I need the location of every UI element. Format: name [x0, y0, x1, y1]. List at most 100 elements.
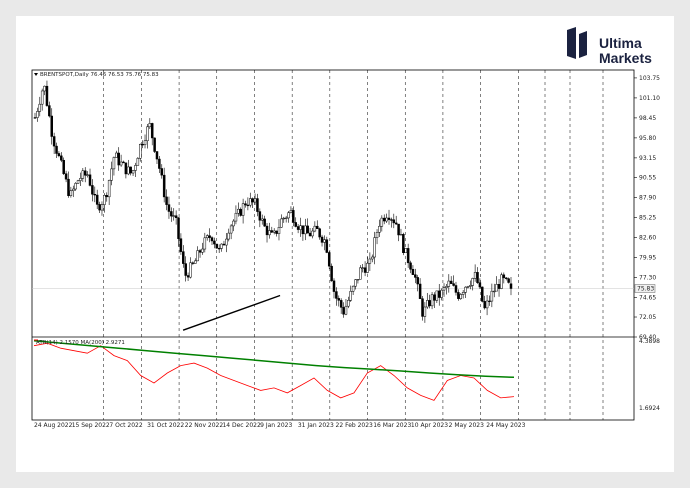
candle-body — [215, 243, 219, 249]
x-tick-label: 22 Nov 2022 — [185, 422, 224, 429]
candle-body — [141, 143, 144, 146]
y-tick-label: 93.15 — [639, 155, 656, 162]
candle-body — [361, 267, 364, 269]
candle-body — [392, 219, 396, 224]
candle-body — [502, 274, 506, 279]
candle-body — [504, 277, 508, 279]
candle-body — [45, 85, 49, 106]
candle-body — [138, 143, 142, 159]
candle-body — [397, 223, 400, 236]
price-chart[interactable]: 24 Aug 2022 15 Sep 2022 7 Oct 2022 31 Oct 2… — [0, 0, 690, 488]
candle-body — [222, 243, 226, 246]
y-tick-label: 98.45 — [639, 115, 656, 122]
candle-body — [225, 238, 228, 246]
x-tick-label: 14 Dec 2022 — [222, 422, 261, 429]
candle-body — [469, 285, 472, 287]
support-trendline[interactable] — [182, 294, 281, 331]
candle-body — [33, 117, 37, 119]
candle-body — [256, 198, 259, 212]
candle-body — [57, 153, 61, 157]
candle-body — [146, 126, 149, 142]
candle-body — [385, 217, 388, 222]
candle-body — [196, 250, 199, 262]
atr-14-line — [33, 342, 515, 401]
candle-body — [241, 203, 245, 216]
candle-body — [201, 248, 204, 253]
candle-body — [301, 225, 305, 235]
candle-body — [272, 230, 276, 233]
candle-body — [213, 240, 216, 245]
candle-body — [205, 235, 209, 239]
indicator-header: ATR(14) 2.1570 MA(200) 2.9271 — [36, 340, 125, 346]
candle-body — [194, 260, 197, 264]
candle-body — [105, 195, 109, 198]
candle-body — [416, 277, 419, 285]
candle-body — [107, 180, 111, 198]
candle-body — [378, 225, 381, 233]
candle-body — [50, 115, 53, 137]
candle-body — [165, 196, 168, 205]
candle-body — [435, 290, 439, 301]
candle-body — [119, 161, 123, 166]
candle-body — [347, 299, 350, 307]
candle-body — [323, 239, 326, 243]
candle-body — [430, 294, 434, 307]
y-tick-label: 77.30 — [639, 274, 656, 281]
candle-body — [239, 208, 242, 216]
candle-body — [229, 225, 233, 234]
candle-body — [170, 211, 173, 217]
current-price-label: 75.83 — [637, 286, 654, 293]
candle-body — [356, 279, 360, 281]
x-tick-label: 10 Apr 2023 — [411, 422, 448, 429]
candle-body — [93, 194, 97, 196]
candle-body — [375, 232, 379, 238]
candle-body — [373, 237, 376, 258]
candle-body — [155, 151, 159, 160]
candle-body — [55, 145, 58, 154]
candle-body — [122, 161, 125, 164]
candle-body — [327, 252, 331, 267]
candle-body — [167, 204, 171, 212]
candle-body — [110, 168, 113, 181]
candle-body — [289, 210, 293, 213]
candle-body — [437, 290, 441, 298]
candle-body — [449, 280, 453, 284]
candle-body — [296, 226, 300, 230]
candle-body — [411, 268, 415, 275]
candle-body — [244, 203, 247, 206]
candle-body — [258, 211, 262, 221]
y-tick-label: 103.75 — [639, 75, 660, 82]
x-tick-label: 9 Jan 2023 — [260, 422, 292, 429]
candle-body — [351, 285, 355, 292]
candle-body — [88, 174, 92, 186]
candle-body — [332, 280, 336, 292]
candle-body — [433, 294, 436, 301]
candle-body — [493, 290, 496, 293]
chart-menu-icon[interactable] — [34, 73, 38, 76]
candle-body — [354, 279, 357, 287]
candle-body — [478, 282, 482, 288]
candle-body — [162, 174, 166, 198]
candle-body — [409, 262, 412, 270]
candle-body — [390, 219, 393, 221]
candle-body — [124, 162, 128, 175]
candle-body — [208, 235, 211, 238]
candle-body — [404, 248, 408, 253]
candle-body — [148, 123, 152, 128]
candle-body — [294, 222, 297, 227]
candle-body — [232, 220, 235, 227]
candle-body — [445, 286, 448, 289]
candle-body — [64, 173, 68, 180]
candle-body — [359, 267, 362, 280]
candle-body — [313, 225, 317, 232]
candle-body — [174, 215, 178, 218]
candle-body — [500, 274, 503, 289]
candle-body — [459, 294, 463, 299]
candle-body — [363, 267, 367, 273]
candle-body — [43, 85, 46, 92]
candle-body — [509, 283, 513, 289]
candle-body — [191, 262, 195, 264]
x-tick-label: 31 Oct 2022 — [147, 422, 184, 429]
candle-body — [158, 158, 161, 169]
candle-body — [426, 300, 429, 308]
